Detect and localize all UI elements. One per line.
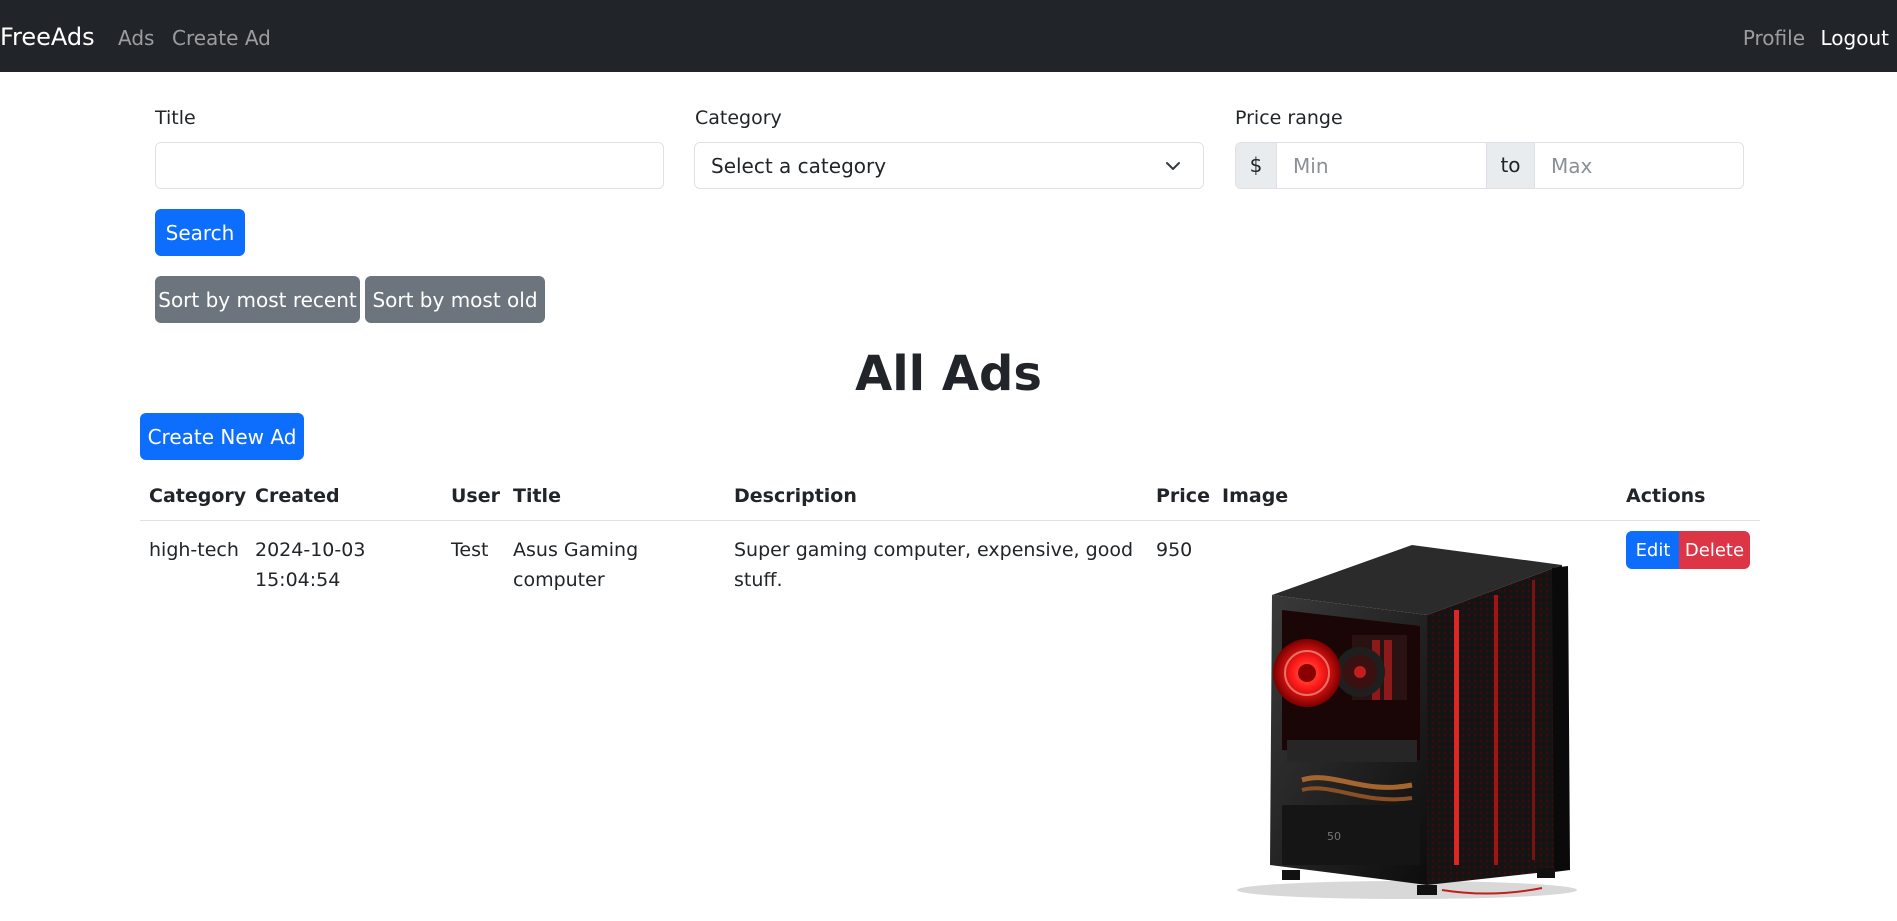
price-range-group: $ to: [1235, 142, 1744, 189]
cell-price: 950: [1156, 539, 1193, 561]
nav-link-create-ad[interactable]: Create Ad: [172, 0, 271, 72]
chevron-down-icon: [1165, 143, 1181, 188]
nav-link-logout[interactable]: Logout: [1821, 0, 1889, 72]
column-header-actions: Actions: [1626, 485, 1706, 507]
title-filter-input[interactable]: [155, 142, 664, 189]
ad-image: 50: [1237, 545, 1577, 899]
column-header-title: Title: [513, 485, 561, 507]
category-select[interactable]: Select a category: [694, 142, 1204, 189]
nav-link-profile[interactable]: Profile: [1743, 0, 1805, 72]
title-filter-label: Title: [155, 107, 196, 129]
delete-button[interactable]: Delete: [1679, 531, 1750, 569]
table-header-divider: [140, 520, 1760, 521]
column-header-category: Category: [149, 485, 247, 507]
price-range-label: Price range: [1235, 107, 1343, 129]
cell-title: Asus Gaming computer: [513, 539, 639, 591]
min-price-input[interactable]: [1277, 143, 1486, 188]
max-price-input[interactable]: [1535, 143, 1743, 188]
cell-created-date: 2024-10-03: [255, 539, 366, 561]
top-navbar: FreeAds Ads Create Ad Profile Logout: [0, 0, 1897, 72]
column-header-price: Price: [1156, 485, 1210, 507]
cell-category: high-tech: [149, 539, 239, 561]
cell-user: Test: [451, 539, 489, 561]
page-title: All Ads: [855, 346, 1042, 402]
column-header-user: User: [451, 485, 500, 507]
search-button[interactable]: Search: [155, 209, 245, 256]
category-select-value: Select a category: [711, 154, 887, 178]
column-header-description: Description: [734, 485, 857, 507]
column-header-image: Image: [1222, 485, 1289, 507]
cell-created-time: 15:04:54: [255, 569, 341, 591]
svg-text:50: 50: [1327, 830, 1341, 843]
edit-button[interactable]: Edit: [1626, 531, 1680, 569]
cell-description: Super gaming computer, expensive, good s…: [734, 539, 1133, 591]
currency-addon: $: [1236, 143, 1277, 188]
category-filter-label: Category: [695, 107, 782, 129]
sort-most-recent-button[interactable]: Sort by most recent: [155, 276, 360, 323]
sort-most-old-button[interactable]: Sort by most old: [365, 276, 545, 323]
nav-link-ads[interactable]: Ads: [118, 0, 154, 72]
create-new-ad-button[interactable]: Create New Ad: [140, 413, 304, 460]
cell-created: 2024-10-03 15:04:54: [255, 535, 365, 595]
column-header-created: Created: [255, 485, 340, 507]
brand-logo-link[interactable]: FreeAds: [0, 0, 95, 72]
price-separator: to: [1486, 143, 1535, 188]
